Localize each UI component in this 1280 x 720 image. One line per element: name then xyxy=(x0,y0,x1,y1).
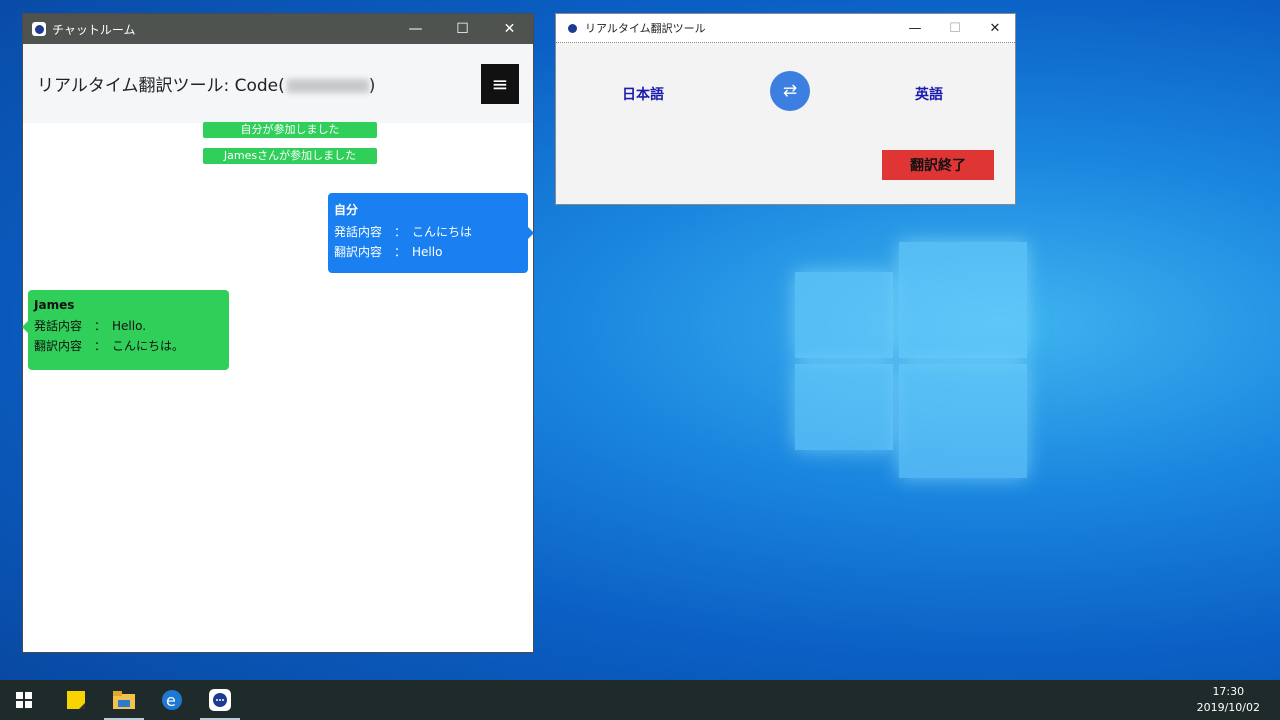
folder-icon xyxy=(113,691,135,709)
translate-window-title: リアルタイム翻訳ツール xyxy=(585,22,706,35)
app-icon xyxy=(32,22,46,36)
close-button[interactable]: ✕ xyxy=(486,14,533,44)
chat-window-titlebar[interactable]: チャットルーム — ☐ ✕ xyxy=(23,14,533,44)
maximize-button[interactable]: ☐ xyxy=(439,14,486,44)
windows-desktop-logo xyxy=(795,242,1027,478)
end-translation-button[interactable]: 翻訳終了 xyxy=(882,150,994,180)
system-message-self-joined: 自分が参加しました xyxy=(203,122,377,138)
taskbar-file-explorer[interactable] xyxy=(100,680,148,720)
chat-app-icon xyxy=(209,689,231,711)
translation-content-row: 翻訳内容 ： こんにちは。 xyxy=(34,339,185,353)
taskbar-chat-app[interactable] xyxy=(196,680,244,720)
chat-room-window: チャットルーム — ☐ ✕ リアルタイム翻訳ツール: Code() ≡ 自分が参… xyxy=(22,13,534,653)
message-sender-name: 自分 xyxy=(334,203,359,217)
edge-icon: e xyxy=(162,690,182,710)
translation-content-row: 翻訳内容 ： Hello xyxy=(334,245,443,259)
windows-start-icon xyxy=(16,692,32,708)
my-message-bubble: 自分 発話内容 ： こんにちは 翻訳内容 ： Hello xyxy=(328,193,534,273)
translate-tool-window: リアルタイム翻訳ツール — ☐ ✕ 日本語 ⇄ 英語 翻訳終了 xyxy=(555,13,1016,205)
their-message-bubble: James 発話内容 ： Hello. 翻訳内容 ： こんにちは。 xyxy=(22,290,229,370)
taskbar: e 17:30 2019/10/02 xyxy=(0,680,1280,720)
speech-content-row: 発話内容 ： こんにちは xyxy=(334,225,473,239)
minimize-button[interactable]: — xyxy=(392,14,439,44)
clock-time: 17:30 xyxy=(1212,685,1245,698)
hamburger-menu-button[interactable]: ≡ xyxy=(481,63,519,104)
source-language-label: 日本語 xyxy=(622,87,664,103)
chat-header-title: リアルタイム翻訳ツール: Code() xyxy=(37,76,376,96)
system-clock[interactable]: 17:30 2019/10/02 xyxy=(1197,684,1260,716)
swap-languages-icon[interactable]: ⇄ xyxy=(770,71,810,111)
app-icon xyxy=(565,21,579,35)
chat-header: リアルタイム翻訳ツール: Code() ≡ xyxy=(23,44,533,123)
taskbar-sticky-notes[interactable] xyxy=(52,680,100,720)
sticky-notes-icon xyxy=(67,691,85,709)
svg-text:e: e xyxy=(166,691,176,710)
clock-date: 2019/10/02 xyxy=(1196,701,1260,714)
speech-content-row: 発話内容 ： Hello. xyxy=(34,319,147,333)
chat-messages-area[interactable]: 自分が参加しました Jamesさんが参加しました 自分 発話内容 ： こんにちは… xyxy=(22,122,534,652)
target-language-label: 英語 xyxy=(915,87,943,103)
translate-window-titlebar[interactable]: リアルタイム翻訳ツール — ☐ ✕ xyxy=(556,14,1015,43)
taskbar-edge-browser[interactable]: e xyxy=(148,680,196,720)
start-button[interactable] xyxy=(0,680,48,720)
system-message-james-joined: Jamesさんが参加しました xyxy=(203,148,377,164)
message-sender-name: James xyxy=(34,298,75,312)
close-button[interactable]: ✕ xyxy=(975,14,1015,42)
chat-window-title: チャットルーム xyxy=(52,22,136,37)
minimize-button[interactable]: — xyxy=(895,14,935,42)
blurred-room-code xyxy=(286,79,369,93)
maximize-button[interactable]: ☐ xyxy=(935,14,975,42)
